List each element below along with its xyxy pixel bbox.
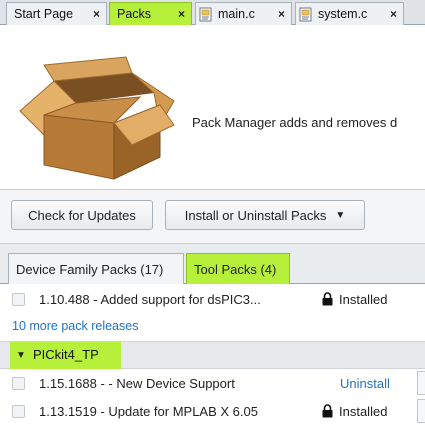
side-panel-edge — [417, 399, 425, 423]
pack-release-text: 1.15.1688 - - New Device Support — [39, 375, 235, 391]
chevron-down-icon: ▼ — [335, 209, 346, 221]
pack-checkbox[interactable] — [12, 404, 25, 418]
pack-checkbox[interactable] — [12, 376, 25, 390]
open-box-icon — [19, 56, 175, 180]
side-panel-edge — [417, 371, 425, 395]
expand-triangle-icon[interactable]: ▼ — [16, 350, 26, 361]
tab-label: Start Page — [14, 7, 74, 21]
list-item: 1.13.1519 - Update for MPLAB X 6.05 Inst… — [0, 397, 425, 425]
pack-release-text: 1.10.488 - Added support for dsPIC3... — [39, 291, 261, 307]
list-item: 1.15.1688 - - New Device Support Uninsta… — [0, 369, 425, 397]
lock-icon — [322, 292, 333, 306]
more-pack-releases-link[interactable]: 10 more pack releases — [12, 319, 138, 333]
close-icon[interactable]: × — [178, 7, 185, 21]
c-file-icon — [199, 7, 214, 22]
tab-packs[interactable]: Packs × — [109, 2, 192, 25]
group-label: PICkit4_TP — [33, 347, 99, 362]
tab-label: Device Family Packs (17) — [16, 261, 164, 277]
status-installed: Installed — [322, 292, 387, 307]
status-label: Installed — [339, 291, 388, 307]
button-label: Check for Updates — [28, 207, 136, 223]
close-icon[interactable]: × — [93, 7, 100, 21]
list-item: 1.10.488 - Added support for dsPIC3... I… — [0, 285, 425, 313]
tab-device-family-packs[interactable]: Device Family Packs (17) — [8, 253, 184, 284]
tab-label: main.c — [218, 7, 255, 21]
check-for-updates-button[interactable]: Check for Updates — [11, 200, 153, 230]
pack-manager-header: Pack Manager adds and removes d — [0, 25, 425, 190]
pack-checkbox[interactable] — [12, 292, 25, 306]
pack-group-header[interactable]: ▼ PICkit4_TP — [0, 341, 425, 369]
pack-list: 1.10.488 - Added support for dsPIC3... I… — [0, 285, 425, 425]
uninstall-link[interactable]: Uninstall — [340, 376, 390, 391]
pack-type-tabs: Device Family Packs (17) Tool Packs (4) — [0, 244, 425, 284]
pack-release-text: 1.13.1519 - Update for MPLAB X 6.05 — [39, 403, 258, 419]
header-description: Pack Manager adds and removes d — [192, 115, 398, 130]
tab-label: system.c — [318, 7, 368, 21]
lock-icon — [322, 404, 333, 418]
close-icon[interactable]: × — [278, 7, 285, 21]
tab-tool-packs[interactable]: Tool Packs (4) — [186, 253, 290, 284]
tab-start-page[interactable]: Start Page × — [6, 2, 107, 25]
tab-main-c[interactable]: main.c × — [195, 2, 292, 25]
status-installed: Installed — [322, 404, 387, 419]
editor-tab-bar: Start Page × Packs × main.c × system.c × — [0, 0, 425, 25]
tab-label: Packs — [117, 7, 152, 21]
status-label: Installed — [339, 403, 388, 419]
install-uninstall-dropdown[interactable]: Install or Uninstall Packs ▼ — [165, 200, 365, 230]
tab-label: Tool Packs (4) — [194, 261, 277, 277]
toolbar: Check for Updates Install or Uninstall P… — [0, 190, 425, 244]
c-file-icon — [299, 7, 314, 22]
tab-system-c[interactable]: system.c × — [295, 2, 404, 25]
button-label: Install or Uninstall Packs — [184, 207, 327, 223]
close-icon[interactable]: × — [390, 7, 397, 21]
more-releases-row: 10 more pack releases — [0, 312, 425, 340]
